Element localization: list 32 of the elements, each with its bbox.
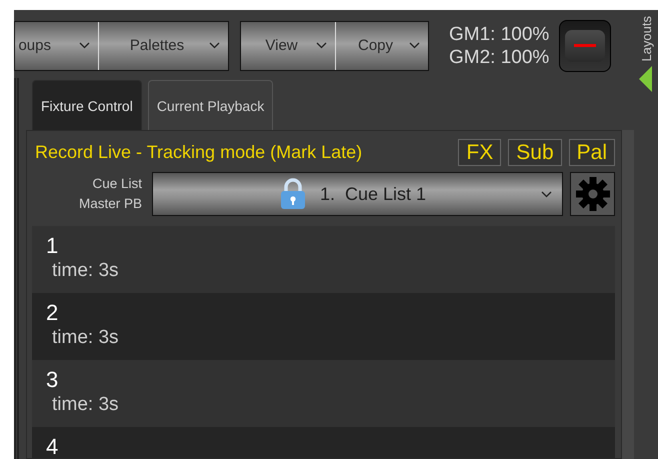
tab[interactable]: Current Playback bbox=[148, 80, 274, 130]
chevron-icon bbox=[316, 42, 327, 49]
field-label: Master PB bbox=[78, 195, 142, 213]
mode-button[interactable]: Sub bbox=[508, 139, 562, 166]
dropdown-button[interactable]: View bbox=[241, 22, 335, 70]
mode-button[interactable]: Pal bbox=[568, 139, 615, 166]
grand-master-level: GM1: 100% bbox=[449, 22, 550, 46]
expand-arrow-icon bbox=[639, 66, 653, 92]
cue-number: 3 bbox=[46, 367, 58, 393]
settings-icon bbox=[574, 176, 610, 212]
blackout-button[interactable] bbox=[559, 20, 612, 72]
field-label: Cue List bbox=[92, 175, 142, 193]
cue-number: 2 bbox=[46, 300, 58, 326]
settings-button[interactable] bbox=[570, 172, 615, 216]
chevron-icon bbox=[541, 190, 552, 198]
tab[interactable]: Fixture Control bbox=[32, 80, 142, 130]
mode-title: Record Live - Tracking mode (Mark Late) bbox=[35, 142, 364, 163]
dropdown-button[interactable]: Palettes bbox=[98, 22, 228, 70]
chevron-icon bbox=[409, 42, 420, 49]
grand-master-level: GM2: 100% bbox=[449, 46, 550, 68]
cue-number: 1 bbox=[46, 233, 58, 259]
side-tab[interactable]: Layouts bbox=[638, 16, 654, 62]
cue-time: time: 3s bbox=[52, 393, 119, 417]
cue-number: 4 bbox=[46, 434, 58, 458]
chevron-icon bbox=[209, 42, 220, 49]
cue-time: time: 3s bbox=[52, 326, 119, 350]
cue-list-dropdown[interactable]: 1. Cue List 1 bbox=[152, 172, 563, 216]
mode-button[interactable]: FX bbox=[458, 139, 502, 166]
cue-time: time: 3s bbox=[52, 259, 119, 283]
dropdown-button[interactable]: Copy bbox=[335, 22, 428, 70]
dropdown-button[interactable]: oups bbox=[15, 22, 98, 70]
chevron-icon bbox=[79, 42, 90, 49]
